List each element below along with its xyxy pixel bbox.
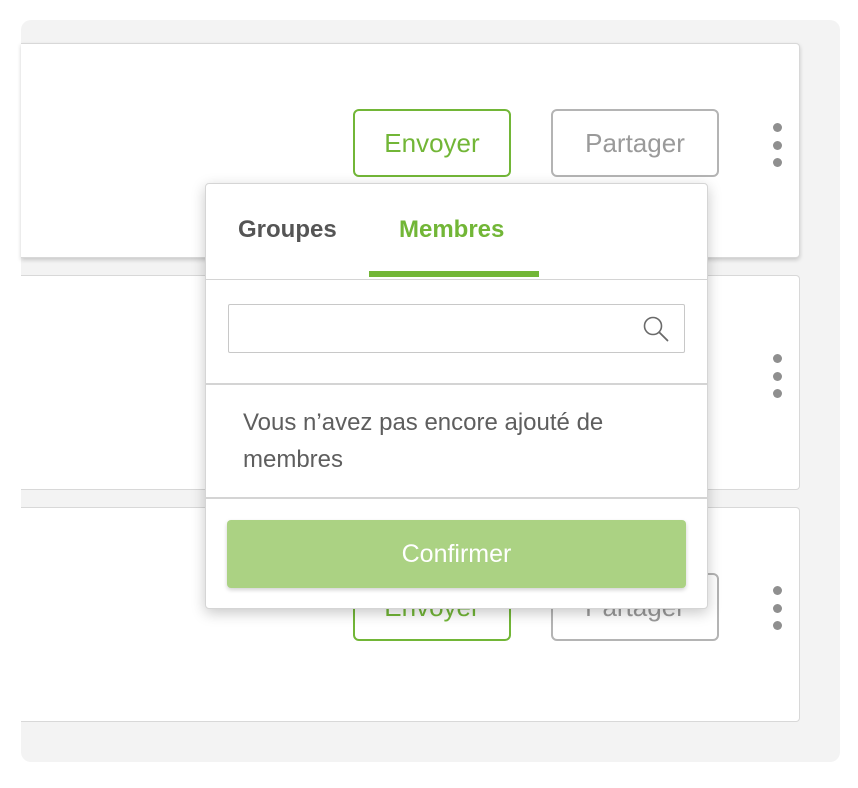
active-tab-indicator — [369, 271, 539, 277]
divider — [206, 383, 707, 385]
confirm-button[interactable]: Confirmer — [227, 520, 686, 588]
tab-members[interactable]: Membres — [399, 216, 504, 244]
send-button[interactable]: Envoyer — [353, 109, 511, 177]
tab-groups[interactable]: Groupes — [238, 216, 337, 244]
more-vertical-icon[interactable] — [771, 586, 783, 630]
share-members-popover: Groupes Membres Vous n’avez pas encore a… — [205, 183, 708, 609]
more-vertical-icon[interactable] — [771, 123, 783, 167]
search-field[interactable] — [228, 304, 685, 353]
divider — [206, 497, 707, 499]
search-icon[interactable] — [642, 315, 670, 343]
empty-members-message: Vous n’avez pas encore ajouté de membres — [243, 409, 604, 473]
more-vertical-icon[interactable] — [771, 354, 783, 398]
search-input[interactable] — [229, 305, 629, 352]
share-button[interactable]: Partager — [551, 109, 719, 177]
tab-bar: Groupes Membres — [206, 184, 707, 280]
